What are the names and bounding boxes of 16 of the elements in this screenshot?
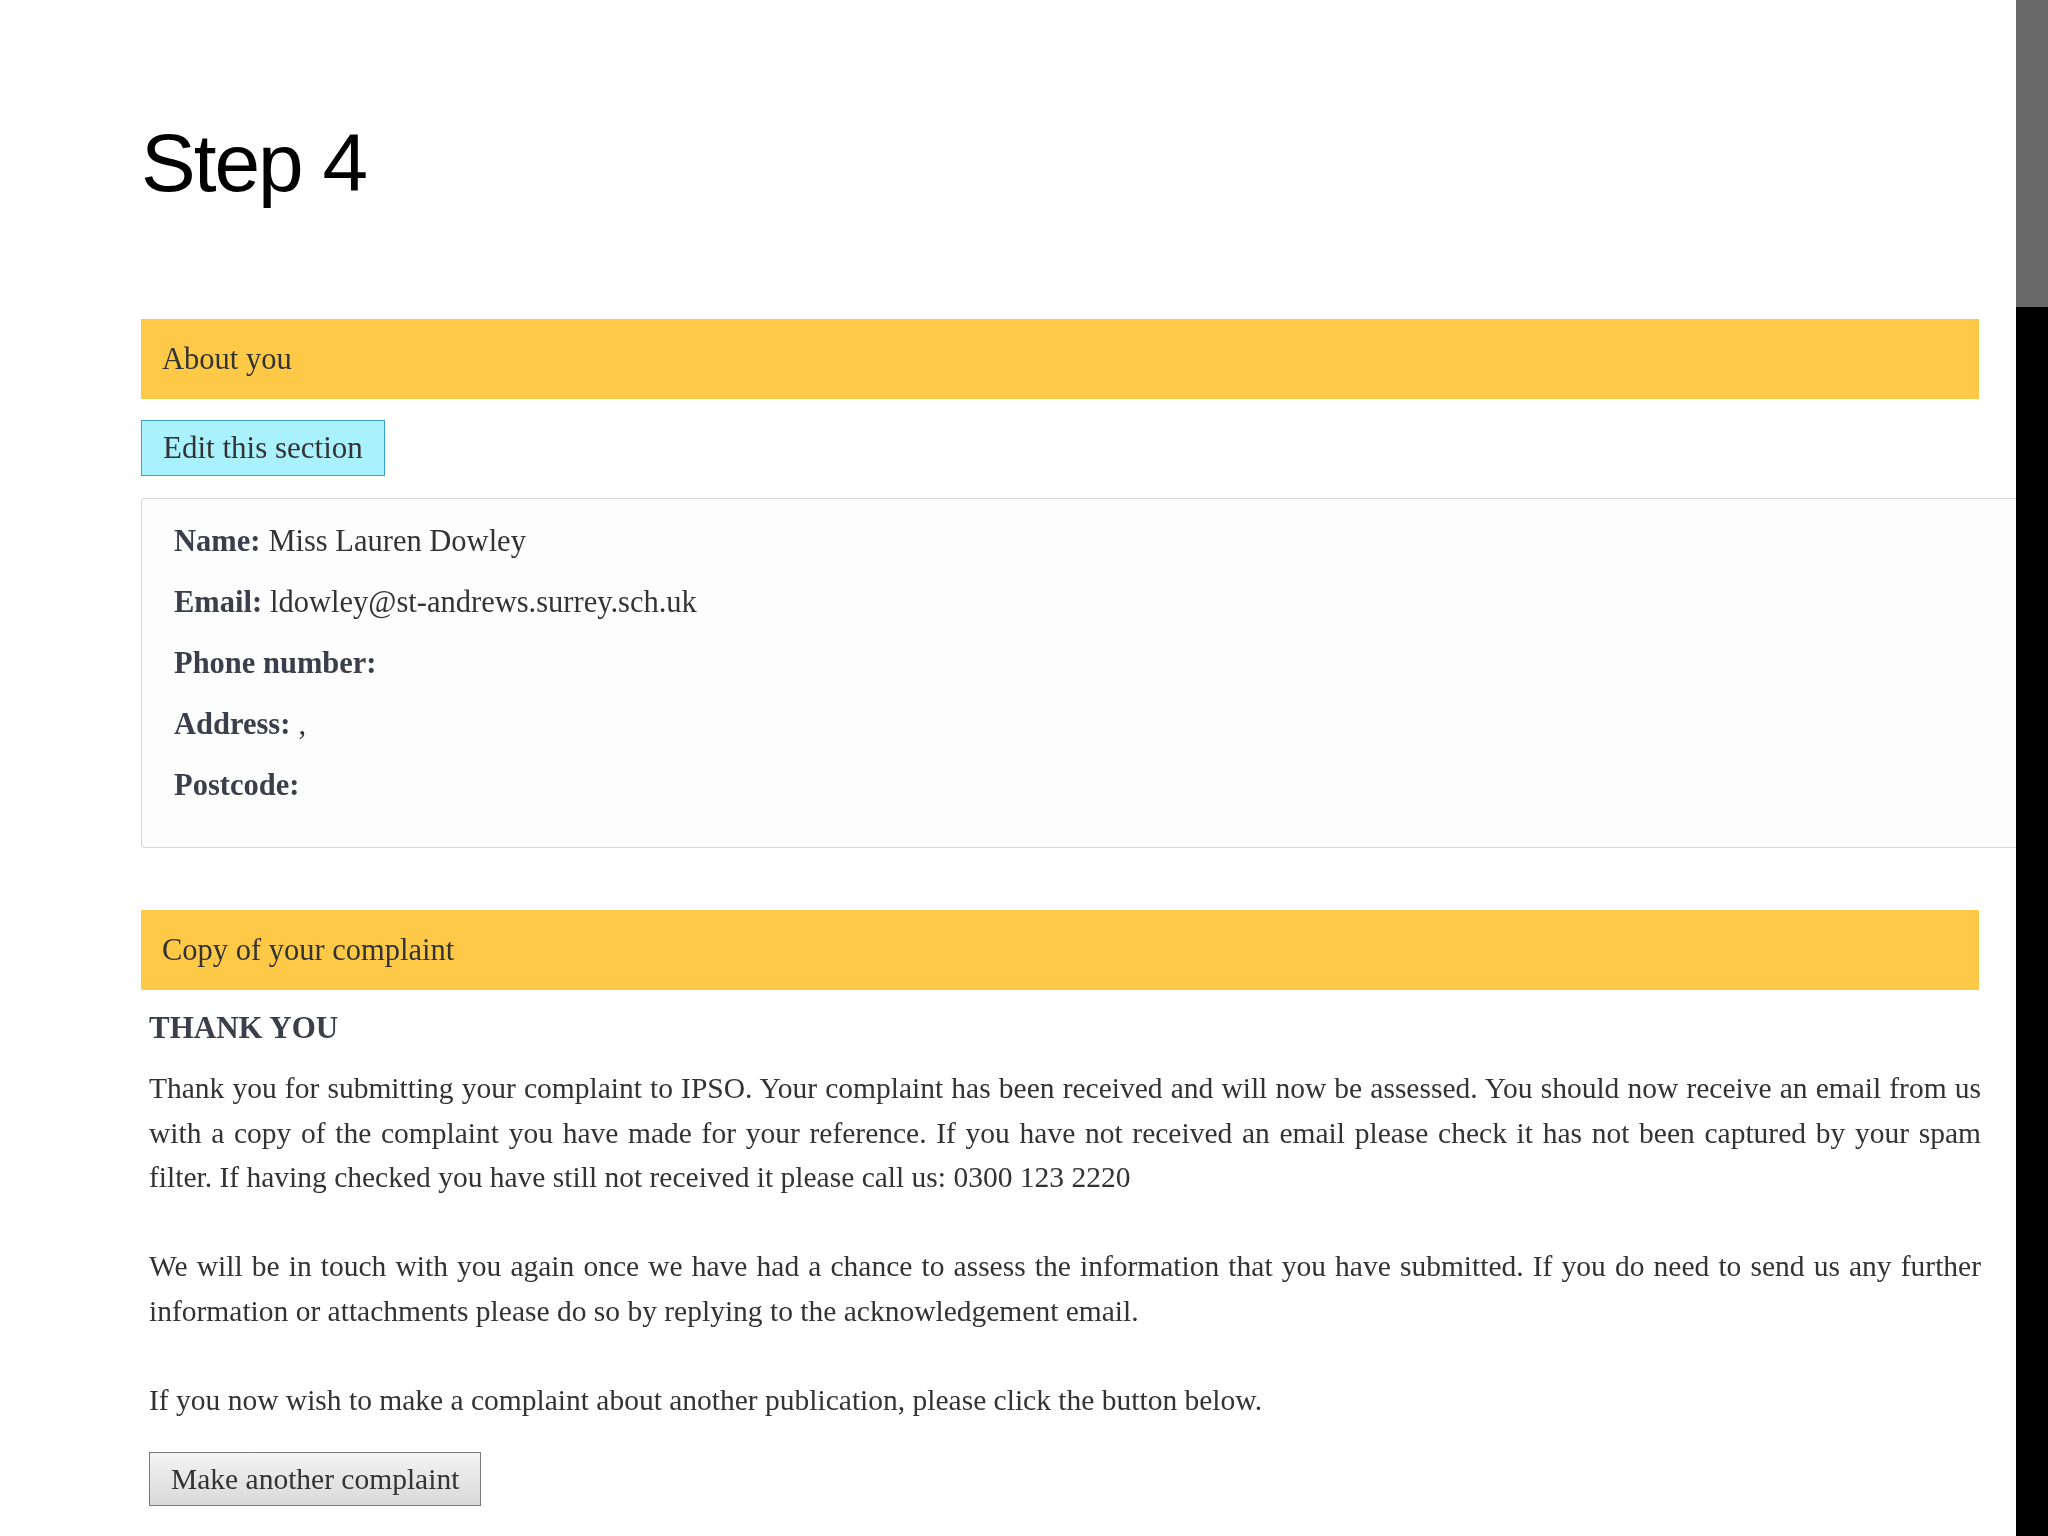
message-paragraph: Thank you for submitting your complaint to IPSO. Your complaint has been received and will now be assessed. You should now receive an email from us with a copy of the complaint you have made for your reference. If you have not received an email please check it has not been captured by your spam filter. If having checked you have still not received it please call us: 0300 123 2220 xyxy=(149,1071,1981,1195)
field-label: Phone number: xyxy=(174,645,377,681)
section-header: Copy of your complaint xyxy=(141,910,1979,990)
field-value: ldowley@st-andrews.surrey.sch.uk xyxy=(270,584,697,620)
field-label: Address: xyxy=(174,706,291,742)
field-label: Email: xyxy=(174,584,263,620)
message-paragraph: If you now wish to make a complaint about another publication, please click the button below. xyxy=(149,1382,1264,1418)
field-label: Name: xyxy=(174,523,261,559)
make-another-complaint-button[interactable]: Make another complaint xyxy=(149,1452,482,1506)
message-title: THANK YOU xyxy=(149,1010,339,1046)
field-value: , xyxy=(298,706,306,742)
edit-section-button[interactable]: Edit this section xyxy=(141,420,385,476)
message-paragraph: We will be in touch with you again once we have had a chance to assess the information that you have submitted. If you do need to send us any further information or attachments please do so by replying to the acknowledgement email. xyxy=(149,1249,1981,1329)
field-value: Miss Lauren Dowley xyxy=(268,523,526,559)
field-label: Postcode: xyxy=(174,767,300,803)
section-header: About you xyxy=(141,319,1979,399)
